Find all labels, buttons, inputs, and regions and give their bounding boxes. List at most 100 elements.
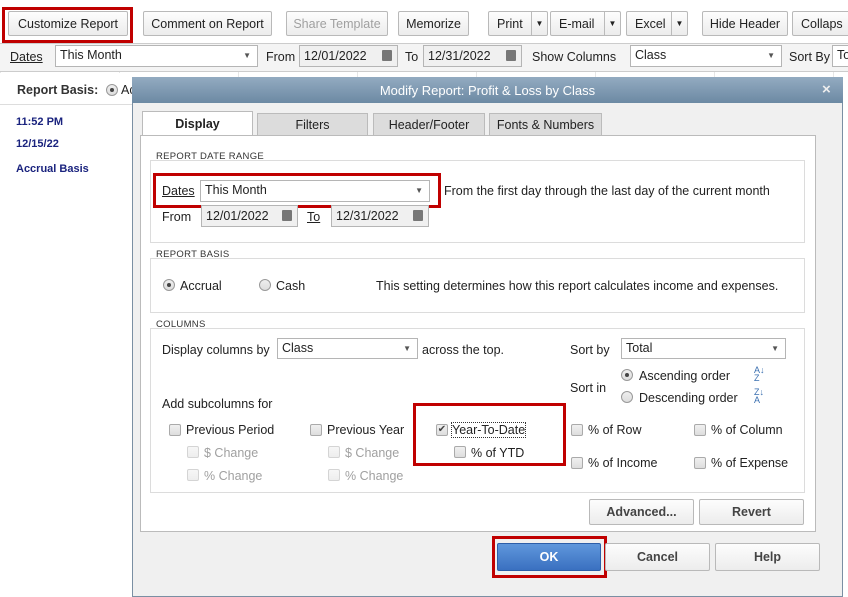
show-columns-label: Show Columns xyxy=(532,50,617,64)
show-columns-select[interactable]: Class ▼ xyxy=(630,45,782,67)
pp-pct-change-checkbox xyxy=(187,469,199,481)
dates-value: This Month xyxy=(60,48,122,62)
across-top-label: across the top. xyxy=(422,343,504,357)
highlight-box xyxy=(153,173,441,208)
from-date-input[interactable]: 12/01/2022 xyxy=(299,45,398,67)
py-pct-change-label: % Change xyxy=(345,469,404,483)
collapse-button[interactable]: Collaps xyxy=(792,11,848,36)
revert-button[interactable]: Revert xyxy=(699,499,804,525)
previous-period-checkbox[interactable] xyxy=(169,424,181,436)
email-label: E-mail xyxy=(559,16,595,31)
chevron-down-icon: ▼ xyxy=(403,344,411,353)
date-range-description: From the first day through the last day … xyxy=(444,184,770,198)
accrual-radio[interactable] xyxy=(163,279,175,291)
report-basis-radio[interactable] xyxy=(106,84,118,96)
excel-button[interactable]: Excel ▼ xyxy=(626,11,688,36)
print-label: Print xyxy=(497,16,523,31)
from-label: From xyxy=(266,50,296,64)
dialog-to-value: 12/31/2022 xyxy=(336,209,399,223)
print-button[interactable]: Print ▼ xyxy=(488,11,548,36)
tab-display[interactable]: Display xyxy=(142,111,253,136)
descending-label: Descending order xyxy=(639,391,738,405)
calendar-icon[interactable] xyxy=(413,210,423,221)
py-dollar-change-label: $ Change xyxy=(345,446,400,460)
dialog-title-bar[interactable]: Modify Report: Profit & Loss by Class xyxy=(132,77,843,103)
show-columns-value: Class xyxy=(635,48,667,62)
basis-description: This setting determines how this report … xyxy=(376,279,779,293)
sort-by-value: To xyxy=(837,48,848,62)
cash-radio[interactable] xyxy=(259,279,271,291)
pp-pct-change-label: % Change xyxy=(204,469,263,483)
tab-label: Filters xyxy=(295,117,330,132)
ascending-label: Ascending order xyxy=(639,369,731,383)
accrual-label: Accrual xyxy=(180,279,222,293)
report-date: 12/15/22 xyxy=(16,138,59,150)
sort-descending-icon: Z↓ A xyxy=(754,387,764,405)
tab-fonts-numbers[interactable]: Fonts & Numbers xyxy=(489,113,602,135)
hide-header-button[interactable]: Hide Header xyxy=(702,11,788,36)
tab-label: Fonts & Numbers xyxy=(496,117,595,132)
previous-year-label: Previous Year xyxy=(327,423,405,437)
dates-select[interactable]: This Month ▼ xyxy=(55,45,258,67)
pct-of-expense-checkbox[interactable] xyxy=(694,457,706,469)
dates-label: Dates xyxy=(10,50,43,64)
tab-header-footer[interactable]: Header/Footer xyxy=(373,113,485,135)
previous-year-checkbox[interactable] xyxy=(310,424,322,436)
pct-of-column-label: % of Column xyxy=(711,423,783,437)
ascending-radio[interactable] xyxy=(621,369,633,381)
sort-by-select[interactable]: To xyxy=(832,45,848,67)
dialog-to-label: To xyxy=(307,210,321,224)
chevron-down-icon: ▼ xyxy=(771,344,779,353)
sort-by-label: Sort By xyxy=(789,50,830,64)
sort-by-select[interactable]: Total ▼ xyxy=(621,338,786,359)
memorize-button[interactable]: Memorize xyxy=(398,11,469,36)
descending-radio[interactable] xyxy=(621,391,633,403)
email-button[interactable]: E-mail ▼ xyxy=(550,11,621,36)
dialog-from-label: From xyxy=(162,210,192,224)
dialog-from-date-input[interactable]: 12/01/2022 xyxy=(201,205,298,227)
dialog-to-date-input[interactable]: 12/31/2022 xyxy=(331,205,429,227)
add-subcolumns-label: Add subcolumns for xyxy=(162,397,273,411)
cancel-button[interactable]: Cancel xyxy=(605,543,710,571)
report-panel xyxy=(0,73,132,597)
to-value: 12/31/2022 xyxy=(428,49,491,63)
py-dollar-change-checkbox xyxy=(328,446,340,458)
dropdown-arrow-icon[interactable]: ▼ xyxy=(671,12,687,35)
sort-ascending-icon: A↓ Z xyxy=(754,365,765,383)
help-button[interactable]: Help xyxy=(715,543,820,571)
dropdown-arrow-icon[interactable]: ▼ xyxy=(604,12,620,35)
pct-of-expense-label: % of Expense xyxy=(711,456,789,470)
highlight-box xyxy=(413,403,566,466)
comment-on-report-button[interactable]: Comment on Report xyxy=(143,11,272,36)
tab-filters[interactable]: Filters xyxy=(257,113,368,135)
sort-by-label: Sort by xyxy=(570,343,610,357)
tab-label: Display xyxy=(175,117,220,131)
from-value: 12/01/2022 xyxy=(304,49,367,63)
to-date-input[interactable]: 12/31/2022 xyxy=(423,45,522,67)
display-columns-by-label: Display columns by xyxy=(162,343,270,357)
previous-period-label: Previous Period xyxy=(186,423,275,437)
advanced-button[interactable]: Advanced... xyxy=(589,499,694,525)
report-time: 11:52 PM xyxy=(16,116,64,128)
calendar-icon[interactable] xyxy=(282,210,292,221)
pct-of-income-checkbox[interactable] xyxy=(571,457,583,469)
dialog-from-value: 12/01/2022 xyxy=(206,209,269,223)
share-template-button: Share Template xyxy=(286,11,388,36)
pp-dollar-change-checkbox xyxy=(187,446,199,458)
highlight-box xyxy=(492,536,607,578)
display-columns-value: Class xyxy=(282,341,314,355)
sort-by-value: Total xyxy=(626,341,653,355)
pct-of-row-checkbox[interactable] xyxy=(571,424,583,436)
chevron-down-icon: ▼ xyxy=(243,51,251,60)
calendar-icon[interactable] xyxy=(382,50,392,61)
display-columns-select[interactable]: Class ▼ xyxy=(277,338,418,359)
tab-label: Header/Footer xyxy=(388,117,470,132)
pct-of-income-label: % of Income xyxy=(588,456,658,470)
dropdown-arrow-icon[interactable]: ▼ xyxy=(531,12,547,35)
pct-of-column-checkbox[interactable] xyxy=(694,424,706,436)
excel-label: Excel xyxy=(635,16,666,31)
pp-dollar-change-label: $ Change xyxy=(204,446,259,460)
close-icon[interactable]: × xyxy=(822,81,831,98)
report-basis-text: Accrual Basis xyxy=(16,163,89,175)
calendar-icon[interactable] xyxy=(506,50,516,61)
